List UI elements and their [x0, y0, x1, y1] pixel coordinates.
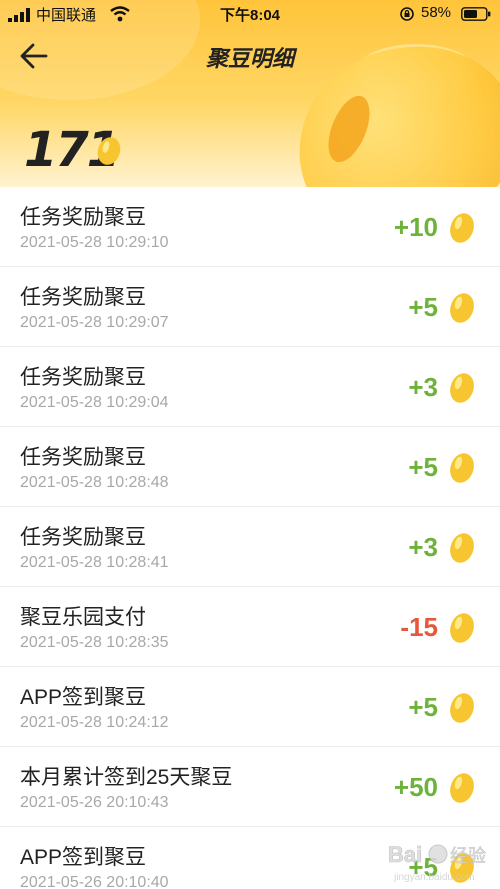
record-label: 任务奖励聚豆 [20, 286, 146, 309]
list-item[interactable]: 本月累计签到25天聚豆 2021-05-26 20:10:43 +50 [0, 747, 500, 827]
record-amount: +50 [393, 772, 438, 802]
baidu-jingyan-watermark: Bai 经验 jingyan.baidu.com [388, 842, 487, 883]
record-label: 任务奖励聚豆 [20, 366, 146, 389]
battery-icon [461, 7, 491, 21]
record-amount: -15 [400, 612, 438, 642]
record-label: 聚豆乐园支付 [20, 606, 146, 629]
record-label: APP签到聚豆 [20, 846, 147, 869]
record-amount: +10 [393, 212, 438, 242]
orientation-lock-icon [400, 7, 414, 21]
bean-icon [450, 453, 474, 483]
list-item[interactable]: 任务奖励聚豆 2021-05-28 10:29:04 +3 [0, 347, 500, 427]
svg-text:Bai: Bai [388, 842, 422, 867]
record-amount: +5 [408, 452, 438, 482]
record-time: 2021-05-28 10:29:04 [20, 394, 169, 411]
record-amount: +3 [408, 372, 438, 402]
list-item[interactable]: 任务奖励聚豆 2021-05-28 10:29:10 +10 [0, 187, 500, 267]
record-time: 2021-05-28 10:28:48 [20, 474, 169, 491]
record-list: 任务奖励聚豆 2021-05-28 10:29:10 +10 任务奖励聚豆 20… [0, 187, 500, 889]
record-time: 2021-05-28 10:24:12 [20, 714, 169, 731]
record-time: 2021-05-28 10:29:07 [20, 314, 169, 331]
record-time: 2021-05-26 20:10:43 [20, 794, 169, 811]
record-amount: +3 [408, 532, 438, 562]
list-item[interactable]: 任务奖励聚豆 2021-05-28 10:28:41 +3 [0, 507, 500, 587]
list-item[interactable]: APP签到聚豆 2021-05-28 10:24:12 +5 [0, 667, 500, 747]
bean-icon [450, 693, 474, 723]
record-time: 2021-05-28 10:29:10 [20, 234, 169, 251]
list-item[interactable]: 任务奖励聚豆 2021-05-28 10:29:07 +5 [0, 267, 500, 347]
record-time: 2021-05-28 10:28:35 [20, 634, 169, 651]
bean-icon [450, 213, 474, 243]
page-title: 聚豆明细 [205, 47, 294, 72]
record-time: 2021-05-26 20:10:40 [20, 874, 169, 889]
record-label: APP签到聚豆 [20, 686, 147, 709]
bean-icon [450, 373, 474, 403]
svg-text:jingyan.baidu.com: jingyan.baidu.com [393, 872, 475, 883]
bean-icon [450, 613, 474, 643]
list-item[interactable]: 聚豆乐园支付 2021-05-28 10:28:35 -15 [0, 587, 500, 667]
record-label: 任务奖励聚豆 [20, 526, 146, 549]
record-amount: +5 [408, 692, 438, 722]
list-item[interactable]: 任务奖励聚豆 2021-05-28 10:28:48 +5 [0, 427, 500, 507]
record-label: 任务奖励聚豆 [20, 446, 146, 469]
bean-icon [97, 137, 121, 165]
battery-percent: 58% [421, 4, 452, 21]
record-label: 任务奖励聚豆 [20, 206, 146, 229]
bean-icon [450, 773, 474, 803]
record-amount: +5 [408, 292, 438, 322]
bean-icon [450, 533, 474, 563]
status-bar: 中国联通 下午8:04 58% [0, 0, 500, 28]
record-label: 本月累计签到25天聚豆 [20, 766, 233, 789]
svg-text:经验: 经验 [450, 846, 486, 866]
bean-icon [450, 293, 474, 323]
record-time: 2021-05-28 10:28:41 [20, 554, 169, 571]
